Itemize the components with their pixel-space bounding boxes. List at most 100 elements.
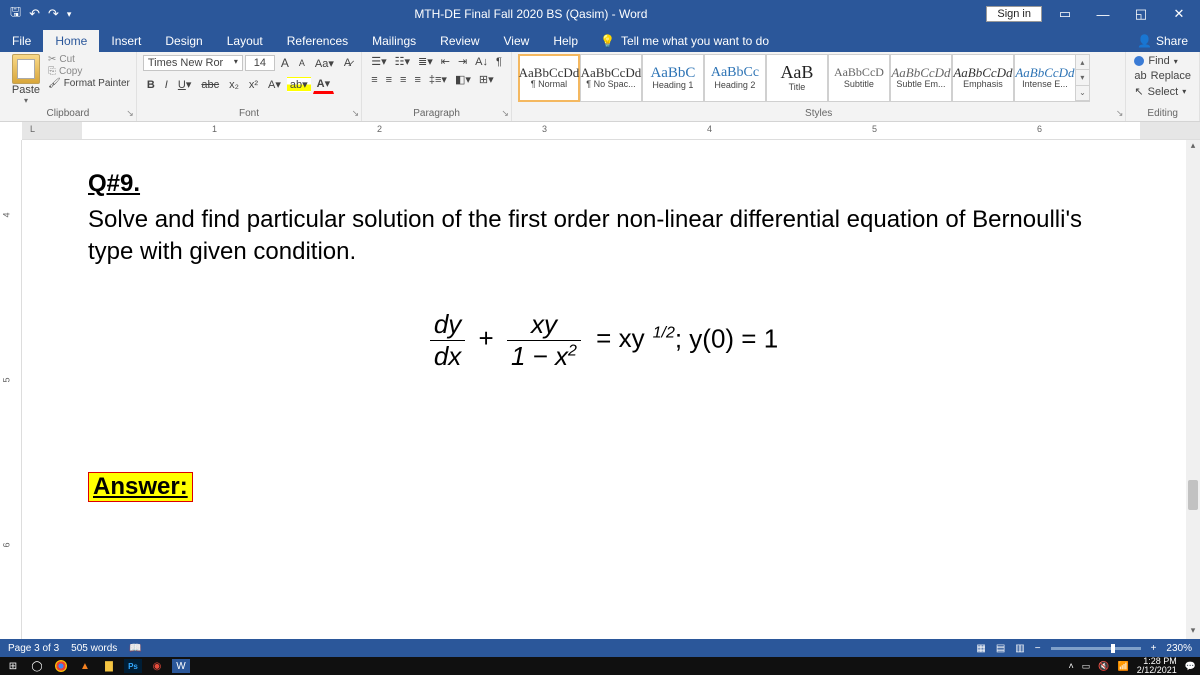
select-button[interactable]: ↖Select▾ bbox=[1132, 84, 1188, 99]
qat-more-icon[interactable]: ▾ bbox=[67, 9, 72, 20]
superscript-button[interactable]: x² bbox=[245, 77, 262, 93]
tab-references[interactable]: References bbox=[275, 30, 360, 52]
replace-button[interactable]: abReplace bbox=[1132, 69, 1193, 83]
copy-button[interactable]: ⎘Copy bbox=[48, 66, 130, 77]
redo-icon[interactable]: ↷ bbox=[48, 6, 59, 22]
bullets-button[interactable]: ☰▾ bbox=[368, 54, 389, 69]
font-launcher-icon[interactable]: ↘ bbox=[352, 108, 360, 119]
start-button[interactable]: ⊞ bbox=[4, 659, 22, 673]
save-icon[interactable]: 🖫 bbox=[10, 3, 21, 25]
tab-layout[interactable]: Layout bbox=[215, 30, 275, 52]
minimize-icon[interactable]: ― bbox=[1088, 7, 1118, 22]
battery-icon[interactable]: ▭ bbox=[1082, 661, 1091, 672]
sort-button[interactable]: A↓ bbox=[472, 55, 491, 69]
italic-button[interactable]: I bbox=[161, 77, 172, 93]
tab-review[interactable]: Review bbox=[428, 30, 491, 52]
page[interactable]: Q#9. Solve and find particular solution … bbox=[22, 140, 1186, 639]
undo-icon[interactable]: ↶ bbox=[29, 6, 40, 22]
maximize-icon[interactable]: ◱ bbox=[1126, 6, 1156, 22]
style-subtitle[interactable]: AaBbCcDSubtitle bbox=[828, 54, 890, 102]
styles-launcher-icon[interactable]: ↘ bbox=[1116, 108, 1124, 119]
zoom-out-icon[interactable]: − bbox=[1035, 643, 1041, 654]
style-heading-2[interactable]: AaBbCcHeading 2 bbox=[704, 54, 766, 102]
taskbar-chrome[interactable] bbox=[52, 659, 70, 673]
style-subtle-em[interactable]: AaBbCcDdSubtle Em... bbox=[890, 54, 952, 102]
scroll-down-icon[interactable]: ▾ bbox=[1186, 625, 1200, 639]
decrease-indent-button[interactable]: ⇤ bbox=[438, 54, 453, 69]
grow-font-button[interactable]: A bbox=[277, 54, 293, 72]
print-layout-icon[interactable]: ▤ bbox=[996, 643, 1005, 654]
spellcheck-icon[interactable]: 📖 bbox=[129, 643, 141, 654]
tell-me-search[interactable]: 💡 Tell me what you want to do bbox=[590, 30, 779, 52]
tab-file[interactable]: File bbox=[0, 30, 43, 52]
align-right-button[interactable]: ≡ bbox=[397, 73, 409, 87]
align-left-button[interactable]: ≡ bbox=[368, 73, 380, 87]
show-marks-button[interactable]: ¶ bbox=[493, 55, 505, 69]
horizontal-ruler[interactable]: L 1 2 3 4 5 6 bbox=[22, 122, 1200, 140]
taskbar-explorer[interactable]: ▇ bbox=[100, 659, 118, 673]
style-no-spacing[interactable]: AaBbCcDd¶ No Spac... bbox=[580, 54, 642, 102]
taskbar-word[interactable]: W bbox=[172, 659, 190, 673]
multilevel-button[interactable]: ≣▾ bbox=[415, 54, 436, 69]
bold-button[interactable]: B bbox=[143, 77, 159, 93]
shrink-font-button[interactable]: A bbox=[295, 56, 309, 70]
cut-button[interactable]: ✂Cut bbox=[48, 54, 130, 65]
increase-indent-button[interactable]: ⇥ bbox=[455, 54, 470, 69]
borders-button[interactable]: ⊞▾ bbox=[476, 72, 497, 87]
font-name-combo[interactable]: Times New Ror▾ bbox=[143, 55, 243, 71]
clipboard-launcher-icon[interactable]: ↘ bbox=[126, 108, 134, 119]
paste-button[interactable]: Paste ▾ bbox=[6, 54, 46, 105]
style-emphasis[interactable]: AaBbCcDdEmphasis bbox=[952, 54, 1014, 102]
change-case-button[interactable]: Aa▾ bbox=[311, 55, 338, 72]
font-size-combo[interactable]: 14 bbox=[245, 55, 275, 71]
scroll-thumb[interactable] bbox=[1188, 480, 1198, 510]
find-button[interactable]: Find▾ bbox=[1132, 54, 1179, 68]
strike-button[interactable]: abc bbox=[197, 77, 223, 93]
read-mode-icon[interactable]: ▦ bbox=[976, 643, 985, 654]
text-effects-button[interactable]: A▾ bbox=[264, 76, 285, 93]
style-title[interactable]: AaBTitle bbox=[766, 54, 828, 102]
zoom-slider[interactable] bbox=[1051, 647, 1141, 650]
word-count[interactable]: 505 words bbox=[71, 643, 117, 654]
underline-button[interactable]: U▾ bbox=[174, 76, 195, 93]
subscript-button[interactable]: x₂ bbox=[225, 77, 243, 93]
tray-chevron-icon[interactable]: ˄ bbox=[1069, 661, 1074, 671]
format-painter-button[interactable]: 🖌Format Painter bbox=[48, 78, 130, 89]
zoom-in-icon[interactable]: + bbox=[1151, 643, 1157, 654]
align-center-button[interactable]: ≡ bbox=[383, 73, 395, 87]
scroll-up-icon[interactable]: ▴ bbox=[1186, 140, 1200, 154]
clock[interactable]: 1:28 PM 2/12/2021 bbox=[1137, 657, 1177, 675]
taskbar-vlc[interactable]: ▲ bbox=[76, 659, 94, 673]
tab-mailings[interactable]: Mailings bbox=[360, 30, 428, 52]
style-heading-1[interactable]: AaBbCHeading 1 bbox=[642, 54, 704, 102]
tab-insert[interactable]: Insert bbox=[99, 30, 153, 52]
taskbar-app-1[interactable]: ◯ bbox=[28, 659, 46, 673]
clear-format-button[interactable]: A̷ bbox=[340, 55, 355, 71]
page-indicator[interactable]: Page 3 of 3 bbox=[8, 643, 59, 654]
document-area[interactable]: Q#9. Solve and find particular solution … bbox=[22, 140, 1186, 639]
wifi-icon[interactable]: 📶 bbox=[1118, 661, 1129, 672]
web-layout-icon[interactable]: ▥ bbox=[1015, 643, 1024, 654]
justify-button[interactable]: ≡ bbox=[411, 73, 423, 87]
numbering-button[interactable]: ☷▾ bbox=[392, 54, 413, 69]
notifications-icon[interactable]: 💬 bbox=[1185, 661, 1196, 672]
tab-view[interactable]: View bbox=[492, 30, 542, 52]
line-spacing-button[interactable]: ‡≡▾ bbox=[426, 72, 450, 87]
vertical-scrollbar[interactable]: ▴ ▾ bbox=[1186, 140, 1200, 639]
share-button[interactable]: 👤 Share bbox=[1125, 30, 1200, 52]
styles-scroll[interactable]: ▴▾⌄ bbox=[1076, 54, 1090, 102]
style-normal[interactable]: AaBbCcDd¶ Normal bbox=[518, 54, 580, 102]
ribbon-options-icon[interactable]: ▭ bbox=[1050, 6, 1080, 22]
close-icon[interactable]: ✕ bbox=[1164, 6, 1194, 22]
font-color-button[interactable]: A▾ bbox=[313, 75, 334, 94]
tab-home[interactable]: Home bbox=[43, 30, 99, 52]
shading-button[interactable]: ◧▾ bbox=[452, 72, 474, 87]
taskbar-app-2[interactable]: ◉ bbox=[148, 659, 166, 673]
sign-in-button[interactable]: Sign in bbox=[986, 6, 1042, 22]
highlight-button[interactable]: ab▾ bbox=[287, 77, 311, 92]
taskbar-photoshop[interactable]: Ps bbox=[124, 659, 142, 673]
paragraph-launcher-icon[interactable]: ↘ bbox=[501, 108, 509, 119]
volume-icon[interactable]: 🔇 bbox=[1098, 661, 1109, 672]
style-intense-em[interactable]: AaBbCcDdIntense E... bbox=[1014, 54, 1076, 102]
tab-help[interactable]: Help bbox=[541, 30, 590, 52]
